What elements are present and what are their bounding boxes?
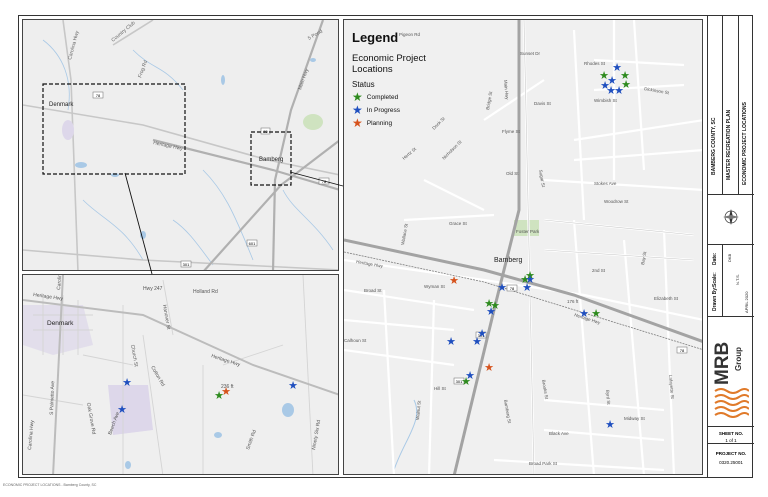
inset-road-label: S Palmetto Ave	[49, 381, 56, 416]
street-label: Grace St	[449, 221, 468, 226]
star-in-progress-marker[interactable]: ★	[486, 305, 496, 318]
street-label: Woodrow St	[604, 199, 629, 204]
star-planning-marker[interactable]: ★	[221, 385, 231, 398]
legend-item-planning: ★ Planning	[352, 116, 393, 130]
project-name: MASTER RECREATION PLAN	[726, 109, 732, 180]
star-in-progress-marker[interactable]: ★	[579, 307, 589, 320]
star-completed-marker[interactable]: ★	[461, 375, 471, 388]
star-in-progress-marker[interactable]: ★	[472, 335, 482, 348]
street-label: Broad St	[364, 288, 382, 293]
inset-road-label: Hwy 247	[143, 286, 163, 292]
star-in-progress-marker[interactable]: ★	[117, 403, 127, 416]
street-label: Hill St	[434, 386, 447, 391]
firm-logo: MRB	[712, 341, 733, 385]
star-planning-marker[interactable]: ★	[484, 361, 494, 374]
legend-item-in-progress: ★ In Progress	[352, 103, 401, 117]
star-icon: ★	[352, 103, 363, 117]
sheet-no-label: SHEET NO.	[718, 431, 744, 436]
street-label: Midway St	[624, 416, 646, 421]
foster-park-label: Foster Park	[516, 229, 540, 234]
street-label: Stokes Ave	[594, 181, 617, 186]
title-block: BAMBERG COUNTY, SC MASTER RECREATION PLA…	[707, 15, 754, 478]
street-label: Old St	[506, 171, 519, 176]
inset-road-label: Holland Rd	[193, 289, 218, 295]
star-completed-marker[interactable]: ★	[591, 307, 601, 320]
date-value: APRIL 2020	[744, 291, 749, 313]
legend-item-completed: ★ Completed	[352, 90, 399, 104]
street-label: Black Ave	[549, 431, 569, 436]
date-label: Date:	[712, 252, 718, 265]
star-in-progress-marker[interactable]: ★	[605, 418, 615, 431]
file-path-footer: ECONOMIC PROJECT LOCATIONS - Bamberg Cou…	[3, 483, 97, 487]
firm-logo-sub: Group	[734, 347, 743, 371]
street-label: Wyman St	[424, 284, 445, 289]
denmark-inset-map[interactable]: Heritage Hwy Heritage Hwy Carolina Hwy H…	[22, 274, 339, 475]
scale-label: Scale:	[712, 272, 718, 287]
inset-town-label: Denmark	[47, 320, 74, 327]
legend-status-label: Status	[352, 80, 375, 89]
main-elevation: 176 ft	[567, 299, 579, 304]
legend-title: Legend	[352, 30, 399, 45]
drawn-by-label: Drawn By:	[712, 286, 718, 311]
sheet-title: ECONOMIC PROJECT LOCATIONS	[742, 102, 748, 185]
street-label: Wimbish St	[594, 98, 618, 103]
sheet-no-value: 1 of 1	[725, 438, 737, 443]
scale-value: N.T.S.	[735, 274, 740, 285]
firm-wave-logo-icon	[714, 388, 749, 418]
drawn-by-value: DKB	[727, 253, 732, 262]
street-label: Calhoun St	[344, 338, 367, 343]
project-no-label: PROJECT NO.	[715, 451, 747, 456]
project-no-value: 0320.25001	[719, 460, 743, 465]
client-name: BAMBERG COUNTY, SC	[711, 117, 717, 175]
star-in-progress-marker[interactable]: ★	[522, 281, 532, 294]
star-in-progress-marker[interactable]: ★	[288, 379, 298, 392]
north-arrow-icon	[722, 208, 740, 226]
bamberg-main-map[interactable]: Pigeon Rd Rhodes St Wimbish St Davis St …	[343, 19, 703, 475]
street-label: Davis St	[534, 101, 552, 106]
star-in-progress-marker[interactable]: ★	[122, 376, 132, 389]
map-legend: Legend Economic Project Locations Status…	[352, 30, 462, 131]
svg-text:78: 78	[510, 286, 515, 291]
star-icon: ★	[352, 116, 363, 130]
street-label: Sunset Dr	[520, 51, 541, 56]
street-label: Flyme St	[502, 129, 521, 134]
star-in-progress-marker[interactable]: ★	[446, 335, 456, 348]
star-in-progress-marker[interactable]: ★	[614, 84, 624, 97]
street-label: Broad Park St	[529, 461, 558, 466]
street-label: Rhodes St	[584, 61, 606, 66]
bamberg-town-label: Bamberg	[494, 257, 523, 264]
street-label: Elizabeth St	[654, 296, 679, 301]
svg-text:78: 78	[680, 348, 685, 353]
star-icon: ★	[352, 90, 363, 104]
star-in-progress-marker[interactable]: ★	[497, 281, 507, 294]
star-planning-marker[interactable]: ★	[449, 274, 459, 287]
legend-subtitle: Economic Project Locations	[352, 53, 426, 75]
street-label: 2nd St	[592, 268, 606, 273]
